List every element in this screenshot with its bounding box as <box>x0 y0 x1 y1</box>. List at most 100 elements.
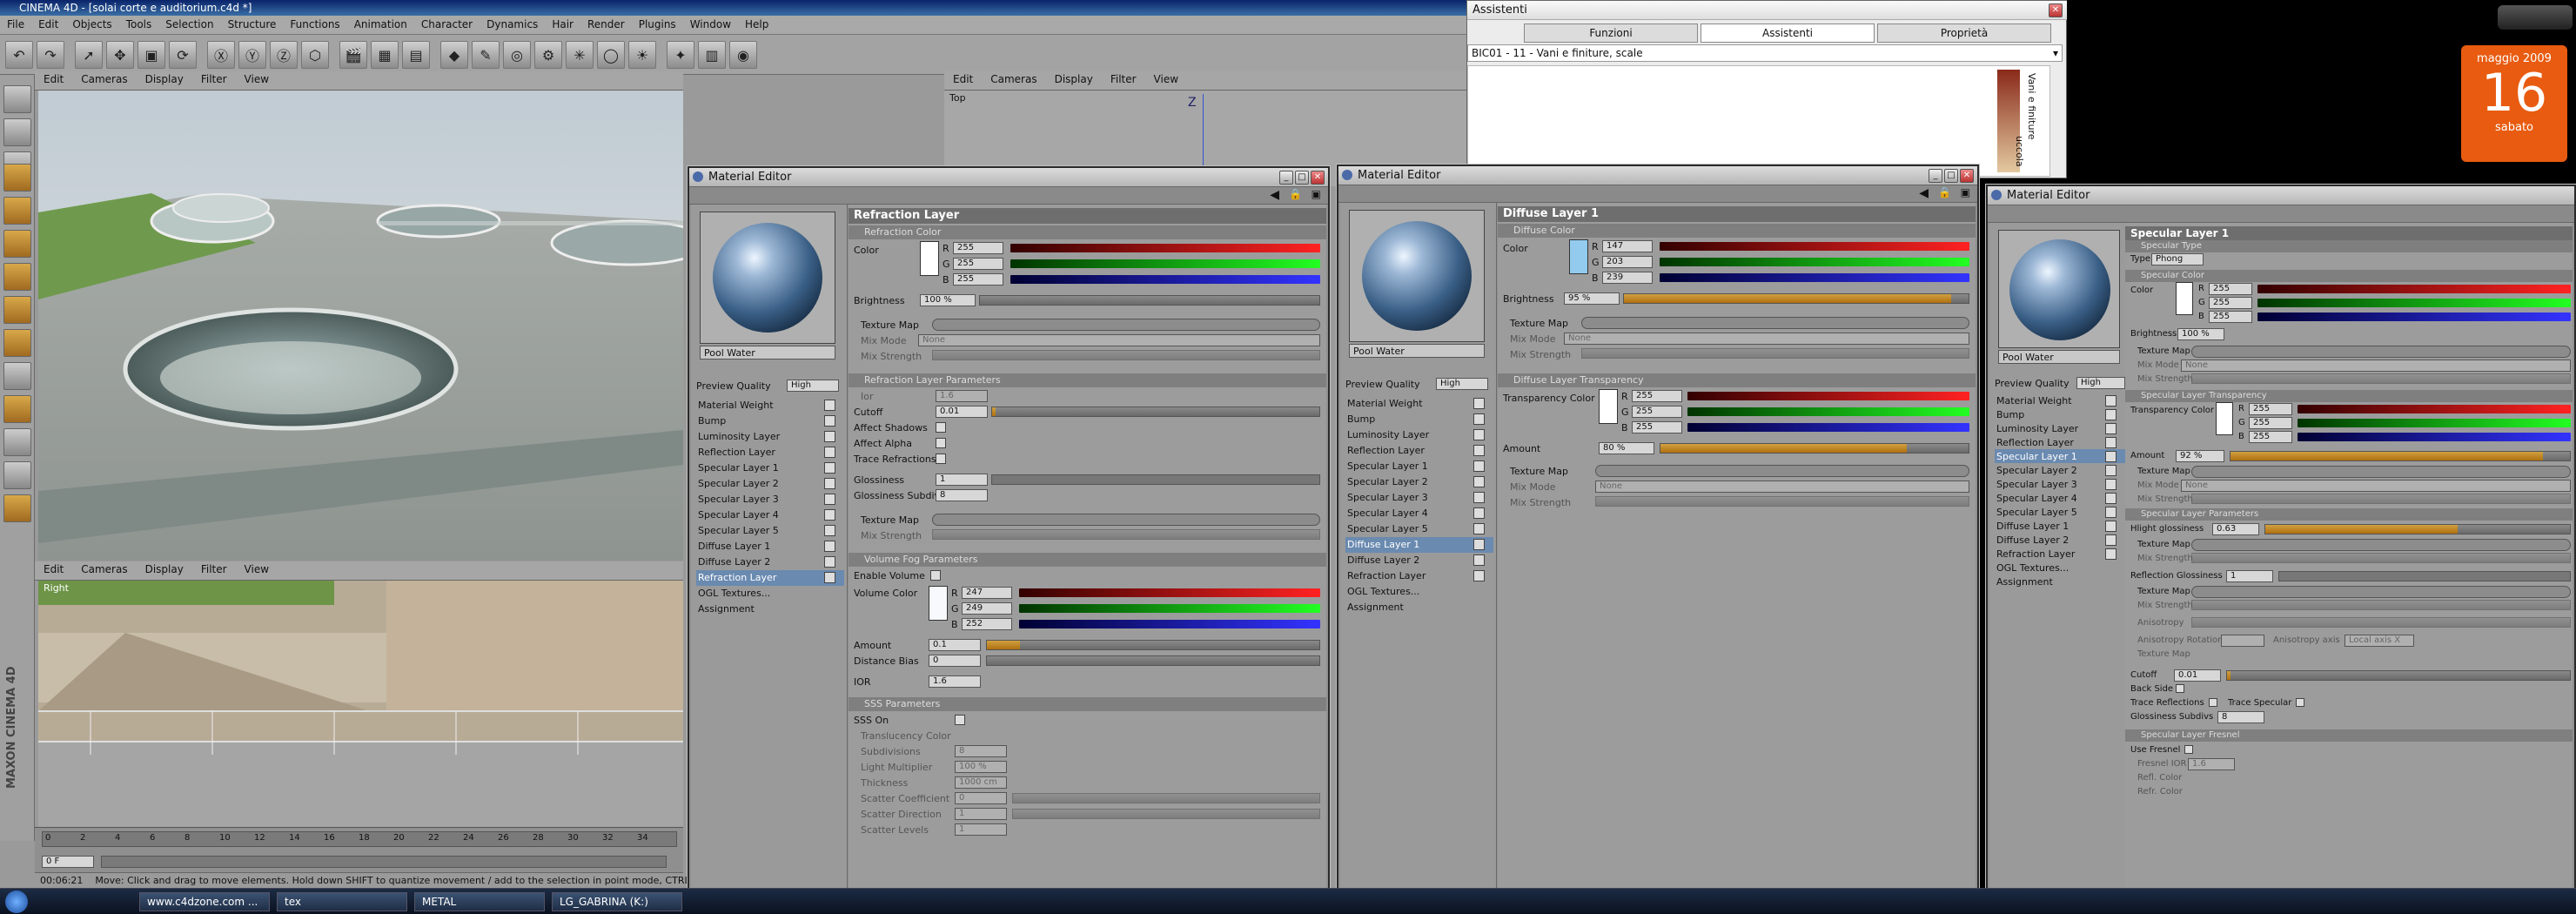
affect-shadows-checkbox[interactable] <box>936 422 946 433</box>
right-vp-menu-view[interactable]: View <box>236 561 278 577</box>
maximize-icon[interactable]: □ <box>1295 171 1309 185</box>
diff-mix-strength[interactable] <box>1581 348 1969 359</box>
trace-reflections-checkbox[interactable] <box>2209 698 2217 707</box>
back-side-checkbox[interactable] <box>2176 684 2184 693</box>
channel-checkbox[interactable] <box>1473 554 1485 566</box>
axis-mode-icon[interactable] <box>3 329 31 357</box>
gadget-toolbar[interactable] <box>2498 5 2573 30</box>
spec-b-slider[interactable] <box>2257 313 2571 321</box>
object-mode-icon[interactable] <box>3 118 31 146</box>
channel-refraction[interactable]: Refraction Layer <box>1995 547 2143 561</box>
scatter-dir-field[interactable]: 1 <box>955 808 1007 820</box>
vol-b-field[interactable]: 252 <box>962 618 1012 630</box>
array-icon[interactable]: ⚙ <box>534 41 562 69</box>
sec-specular-type[interactable]: Specular Type <box>2125 240 2573 252</box>
channel-checkbox[interactable] <box>824 415 835 427</box>
minimize-icon[interactable]: _ <box>1279 171 1293 185</box>
menu-structure[interactable]: Structure <box>221 16 284 33</box>
spec-amount-field[interactable]: 92 % <box>2176 450 2224 462</box>
spec-g-slider[interactable] <box>2257 299 2571 307</box>
diff-amount-field[interactable]: 80 % <box>1599 442 1654 454</box>
diff-brightness-slider[interactable] <box>1623 293 1969 304</box>
subdivisions-field[interactable]: 8 <box>955 745 1007 757</box>
redo-icon[interactable]: ↷ <box>37 41 64 69</box>
right-vp-menu-filter[interactable]: Filter <box>192 561 236 577</box>
bodypaint-icon[interactable] <box>3 494 31 522</box>
channel-checkbox[interactable] <box>1473 476 1485 487</box>
channel-material-weight[interactable]: Material Weight <box>696 398 844 413</box>
assistenti-combo[interactable]: BIC01 - 11 - Vani e finiture, scale ▾ <box>1467 44 2063 62</box>
coord-system-icon[interactable]: ⬡ <box>301 41 329 69</box>
back-arrow-icon[interactable]: ◀ <box>1919 186 1929 200</box>
task-tex[interactable]: tex <box>277 892 407 911</box>
channel-specular-4[interactable]: Specular Layer 4 <box>1345 506 1493 521</box>
channel-checkbox[interactable] <box>2105 548 2116 560</box>
fresnel-ior-field[interactable]: 1.6 <box>2188 758 2235 770</box>
menu-edit[interactable]: Edit <box>31 16 65 33</box>
spec-brightness-field[interactable]: 100 % <box>2177 328 2224 340</box>
top-vp-menu-cameras[interactable]: Cameras <box>982 71 1045 87</box>
snap-icon[interactable] <box>3 362 31 390</box>
transp-mix-strength[interactable] <box>1595 496 1969 507</box>
channel-checkbox[interactable] <box>824 556 835 568</box>
channel-checkbox[interactable] <box>2105 479 2116 490</box>
diff-mix-mode[interactable]: None <box>1564 333 1969 345</box>
anisotropy-slider[interactable] <box>2191 617 2571 628</box>
new-window-icon[interactable]: ▣ <box>1961 186 1970 198</box>
sec-specular-color[interactable]: Specular Color <box>2125 270 2573 282</box>
spec-tg-slider[interactable] <box>2298 419 2571 427</box>
refr-b-field[interactable]: 255 <box>953 273 1003 286</box>
vp-menu-edit[interactable]: Edit <box>35 71 72 87</box>
channel-checkbox[interactable] <box>1473 398 1485 409</box>
channel-refraction[interactable]: Refraction Layer <box>1345 568 1493 584</box>
cube-icon[interactable]: ◆ <box>440 41 468 69</box>
channel-diffuse-2[interactable]: Diffuse Layer 2 <box>1995 533 2143 547</box>
channel-checkbox[interactable] <box>1473 570 1485 581</box>
channel-bump[interactable]: Bump <box>1995 407 2143 421</box>
vol-g-slider[interactable] <box>1019 604 1320 613</box>
channel-checkbox[interactable] <box>2105 493 2116 504</box>
calendar-gadget[interactable]: maggio 2009 16 sabato <box>2461 45 2567 162</box>
z-axis-icon[interactable]: Ⓩ <box>270 41 298 69</box>
refr-g-field[interactable]: 255 <box>953 258 1003 270</box>
me2-preview-quality[interactable]: Preview Quality High <box>1345 378 1493 390</box>
use-fresnel-checkbox[interactable] <box>2184 745 2193 754</box>
channel-checkbox[interactable] <box>2105 409 2116 420</box>
me2-pq-value[interactable]: High <box>1436 378 1488 390</box>
scene-icon[interactable]: ◯ <box>597 41 625 69</box>
scatter-coeff-field[interactable]: 0 <box>955 792 1007 804</box>
y-axis-icon[interactable]: Ⓨ <box>238 41 266 69</box>
cutoff-slider[interactable] <box>991 407 1320 417</box>
channel-reflection[interactable]: Reflection Layer <box>1995 435 2143 449</box>
channel-checkbox[interactable] <box>2105 534 2116 546</box>
render-settings-icon[interactable]: ▤ <box>402 41 430 69</box>
ior-field[interactable]: 1.6 <box>936 390 988 402</box>
transp-mix-mode[interactable]: None <box>1595 481 1969 493</box>
channel-checkbox[interactable] <box>2105 451 2116 462</box>
spline-icon[interactable]: ✎ <box>472 41 500 69</box>
channel-checkbox[interactable] <box>2105 437 2116 448</box>
tab-proprieta[interactable]: Proprietà <box>1877 24 2051 43</box>
channel-checkbox[interactable] <box>824 400 835 411</box>
channel-checkbox[interactable] <box>1473 492 1485 503</box>
diff-b-field[interactable]: 239 <box>1602 272 1653 284</box>
perspective-viewport[interactable] <box>38 91 683 561</box>
vp-menu-view[interactable]: View <box>236 71 278 87</box>
glossiness-slider[interactable] <box>991 474 1320 485</box>
spec-transp-texture-map[interactable] <box>2191 466 2571 478</box>
assignment[interactable]: Assignment <box>696 601 844 617</box>
sec-refraction-color[interactable]: Refraction Color <box>849 225 1326 239</box>
deformer-icon[interactable]: ✳ <box>566 41 594 69</box>
thickness-field[interactable]: 1000 cm <box>955 776 1007 789</box>
channel-luminosity[interactable]: Luminosity Layer <box>1345 427 1493 443</box>
right-vp-menu-edit[interactable]: Edit <box>35 561 72 577</box>
trace-specular-checkbox[interactable] <box>2296 698 2304 707</box>
assignment[interactable]: Assignment <box>1345 600 1493 615</box>
me3-pq-value[interactable]: High <box>2076 377 2125 389</box>
me1-preview[interactable] <box>700 212 835 344</box>
channel-checkbox[interactable] <box>1473 460 1485 472</box>
spec-cutoff-slider[interactable] <box>2226 670 2571 681</box>
diff-r-field[interactable]: 147 <box>1602 240 1653 252</box>
edges-mode-icon[interactable] <box>3 197 31 225</box>
sphere-tool-icon[interactable]: ◉ <box>729 41 757 69</box>
